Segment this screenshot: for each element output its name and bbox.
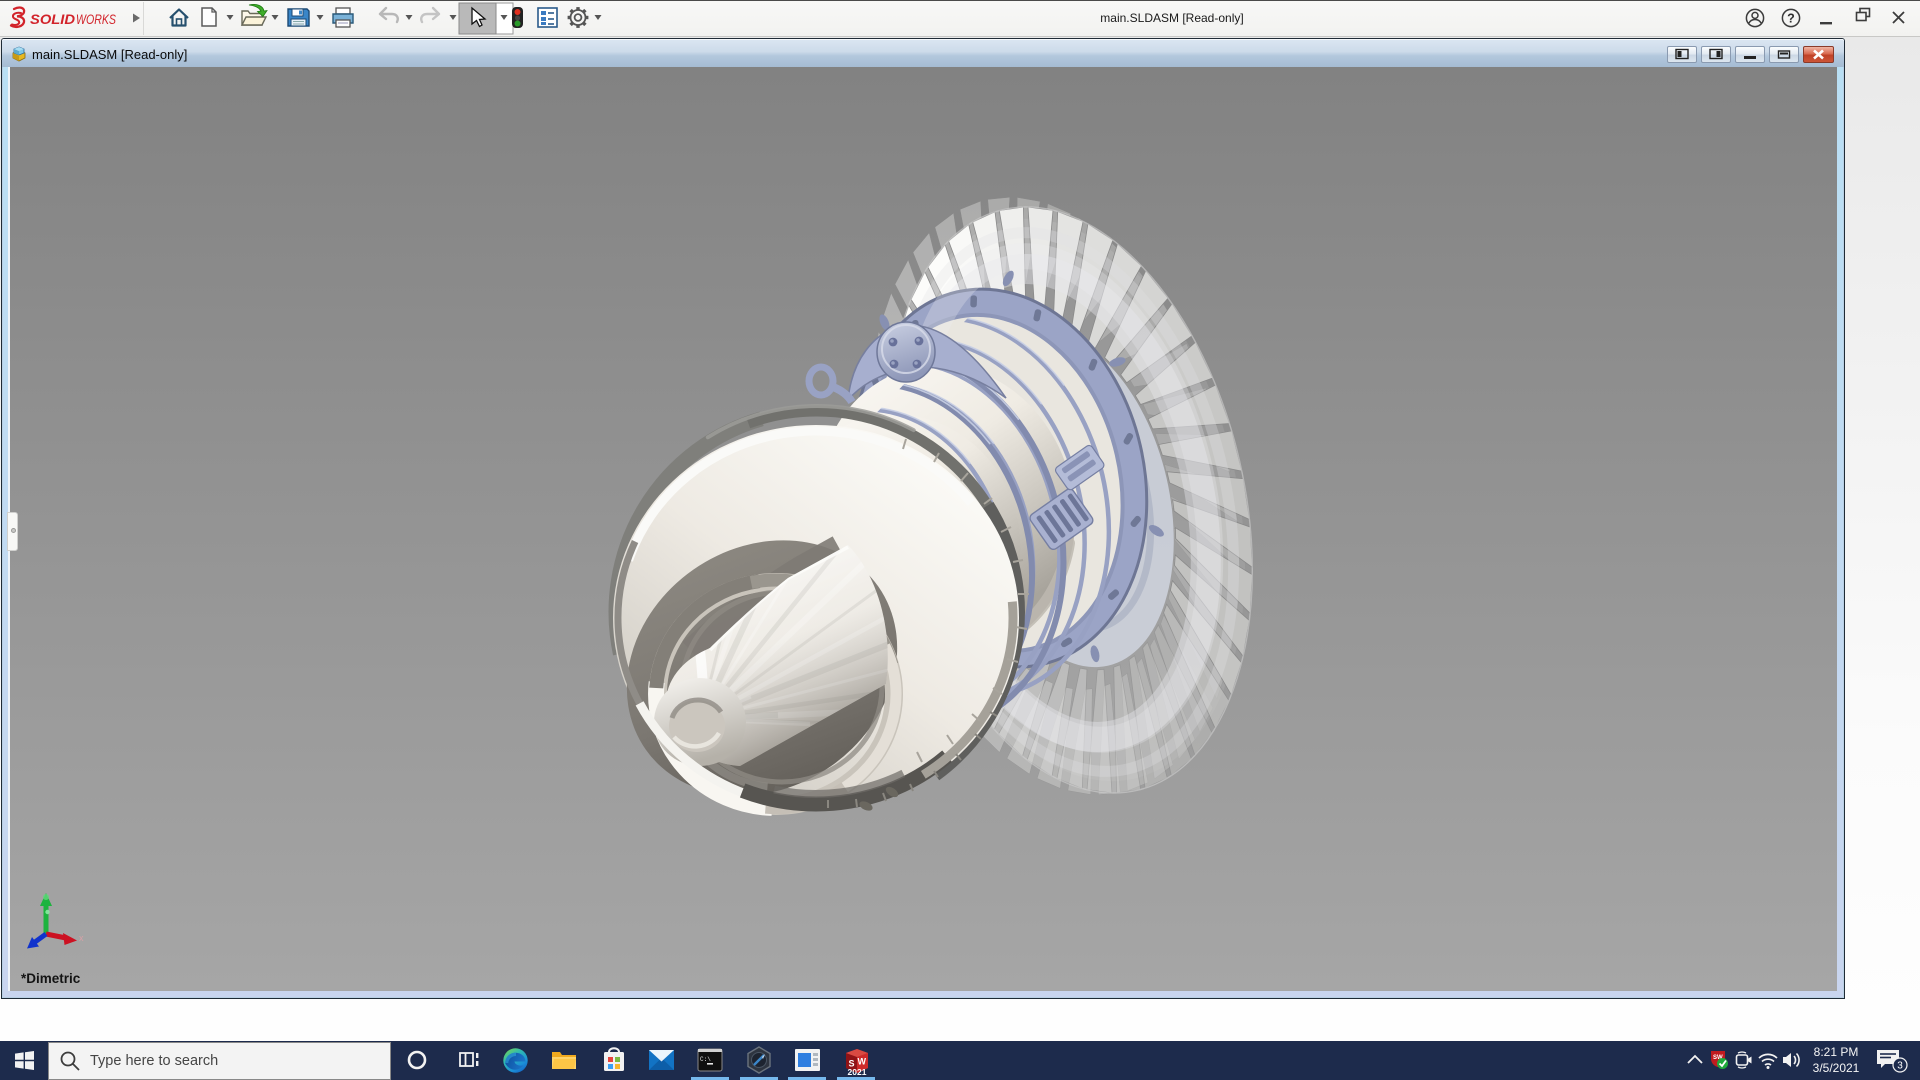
svg-text:WORKS: WORKS <box>76 11 117 27</box>
svg-text:SOLID: SOLID <box>30 11 75 27</box>
svg-text:C:\: C:\ <box>700 1056 711 1063</box>
svg-text:x: x <box>79 933 84 943</box>
svg-text:3: 3 <box>1897 1061 1903 1072</box>
svg-text:W: W <box>858 1057 867 1067</box>
svg-text:?: ? <box>1787 12 1795 26</box>
svg-text:2021: 2021 <box>848 1067 867 1076</box>
